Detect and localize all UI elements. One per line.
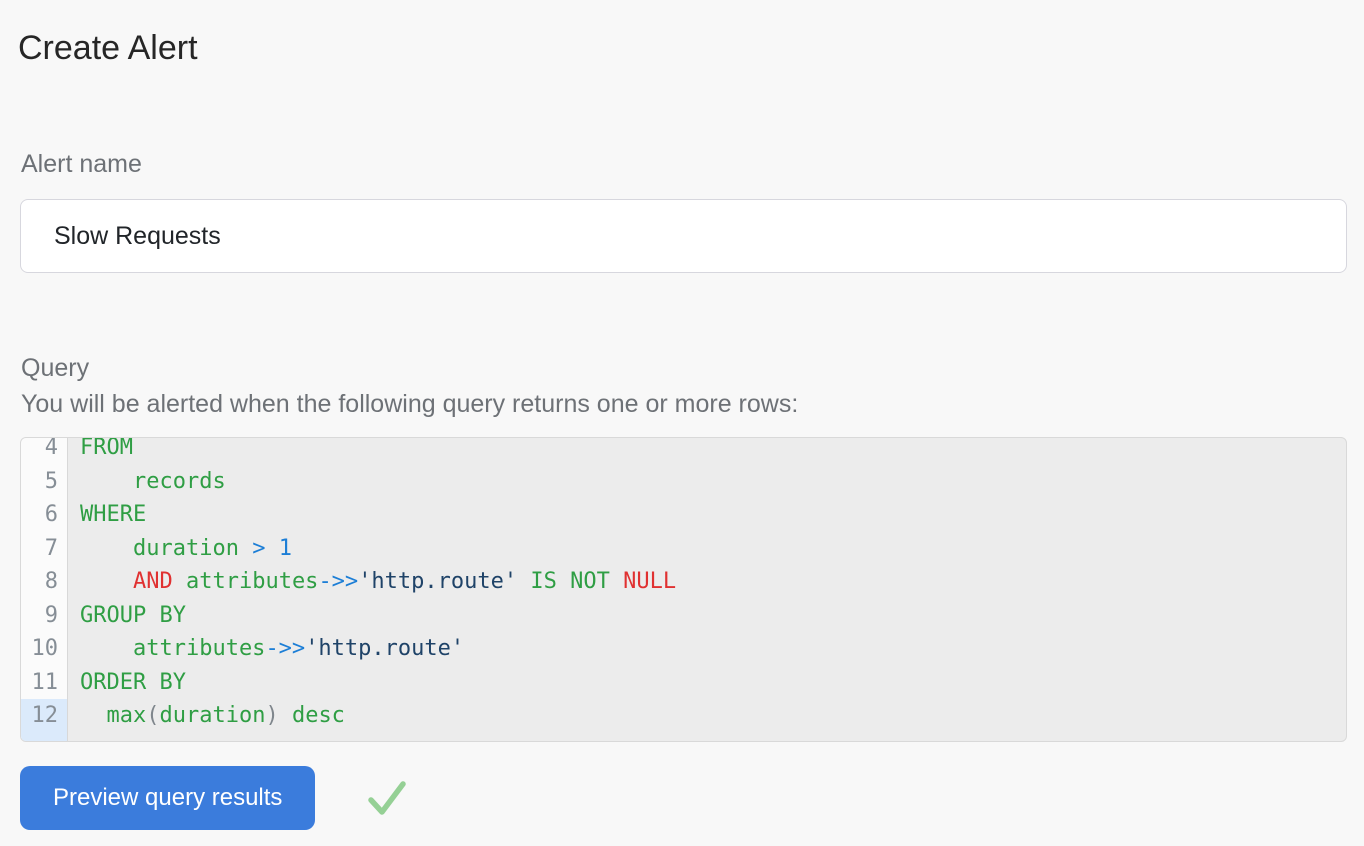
code-row: 6WHERE — [21, 498, 1346, 532]
code-row: 5 records — [21, 465, 1346, 499]
preview-query-results-button[interactable]: Preview query results — [20, 766, 315, 830]
query-label: Query — [21, 354, 89, 383]
code-line[interactable]: records — [67, 465, 1346, 499]
code-line[interactable]: attributes->>'http.route' — [67, 632, 1346, 666]
line-number: 10 — [21, 632, 67, 666]
query-description: You will be alerted when the following q… — [21, 390, 798, 419]
code-line[interactable]: GROUP BY — [67, 599, 1346, 633]
alert-name-input[interactable] — [20, 199, 1347, 273]
line-number: 6 — [21, 498, 67, 532]
code-line[interactable]: ORDER BY — [67, 666, 1346, 700]
code-row: 10 attributes->>'http.route' — [21, 632, 1346, 666]
code-row: 11ORDER BY — [21, 666, 1346, 700]
page-title: Create Alert — [18, 29, 198, 68]
success-check-icon — [367, 779, 407, 817]
line-number: 12 — [21, 699, 67, 733]
code-line[interactable]: max(duration) desc — [67, 699, 1346, 733]
line-number: 5 — [21, 465, 67, 499]
sql-query-editor[interactable]: 4FROM5 records6WHERE7 duration > 18 AND … — [20, 437, 1347, 742]
code-row: 9GROUP BY — [21, 599, 1346, 633]
line-number: 9 — [21, 599, 67, 633]
line-number: 8 — [21, 565, 67, 599]
code-row: 7 duration > 1 — [21, 532, 1346, 566]
code-row: 4FROM — [21, 437, 1346, 465]
code-line[interactable]: FROM — [67, 437, 1346, 465]
alert-name-label: Alert name — [21, 150, 142, 179]
line-number: 4 — [21, 437, 67, 465]
code-line[interactable]: AND attributes->>'http.route' IS NOT NUL… — [67, 565, 1346, 599]
code-lines: 4FROM5 records6WHERE7 duration > 18 AND … — [21, 437, 1346, 733]
line-number: 11 — [21, 666, 67, 700]
code-line[interactable]: duration > 1 — [67, 532, 1346, 566]
code-row: 8 AND attributes->>'http.route' IS NOT N… — [21, 565, 1346, 599]
code-row: 12 max(duration) desc — [21, 699, 1346, 733]
line-number: 7 — [21, 532, 67, 566]
code-line[interactable]: WHERE — [67, 498, 1346, 532]
